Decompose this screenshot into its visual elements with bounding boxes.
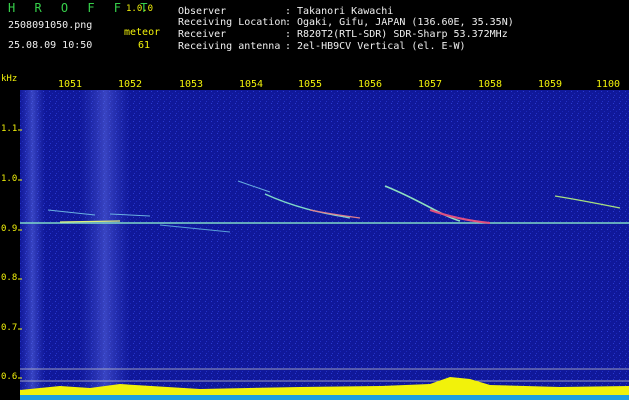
noise-band xyxy=(80,90,130,400)
signal-level-base xyxy=(20,395,629,400)
spectrogram-plot xyxy=(18,90,629,400)
noise-band xyxy=(20,90,45,400)
